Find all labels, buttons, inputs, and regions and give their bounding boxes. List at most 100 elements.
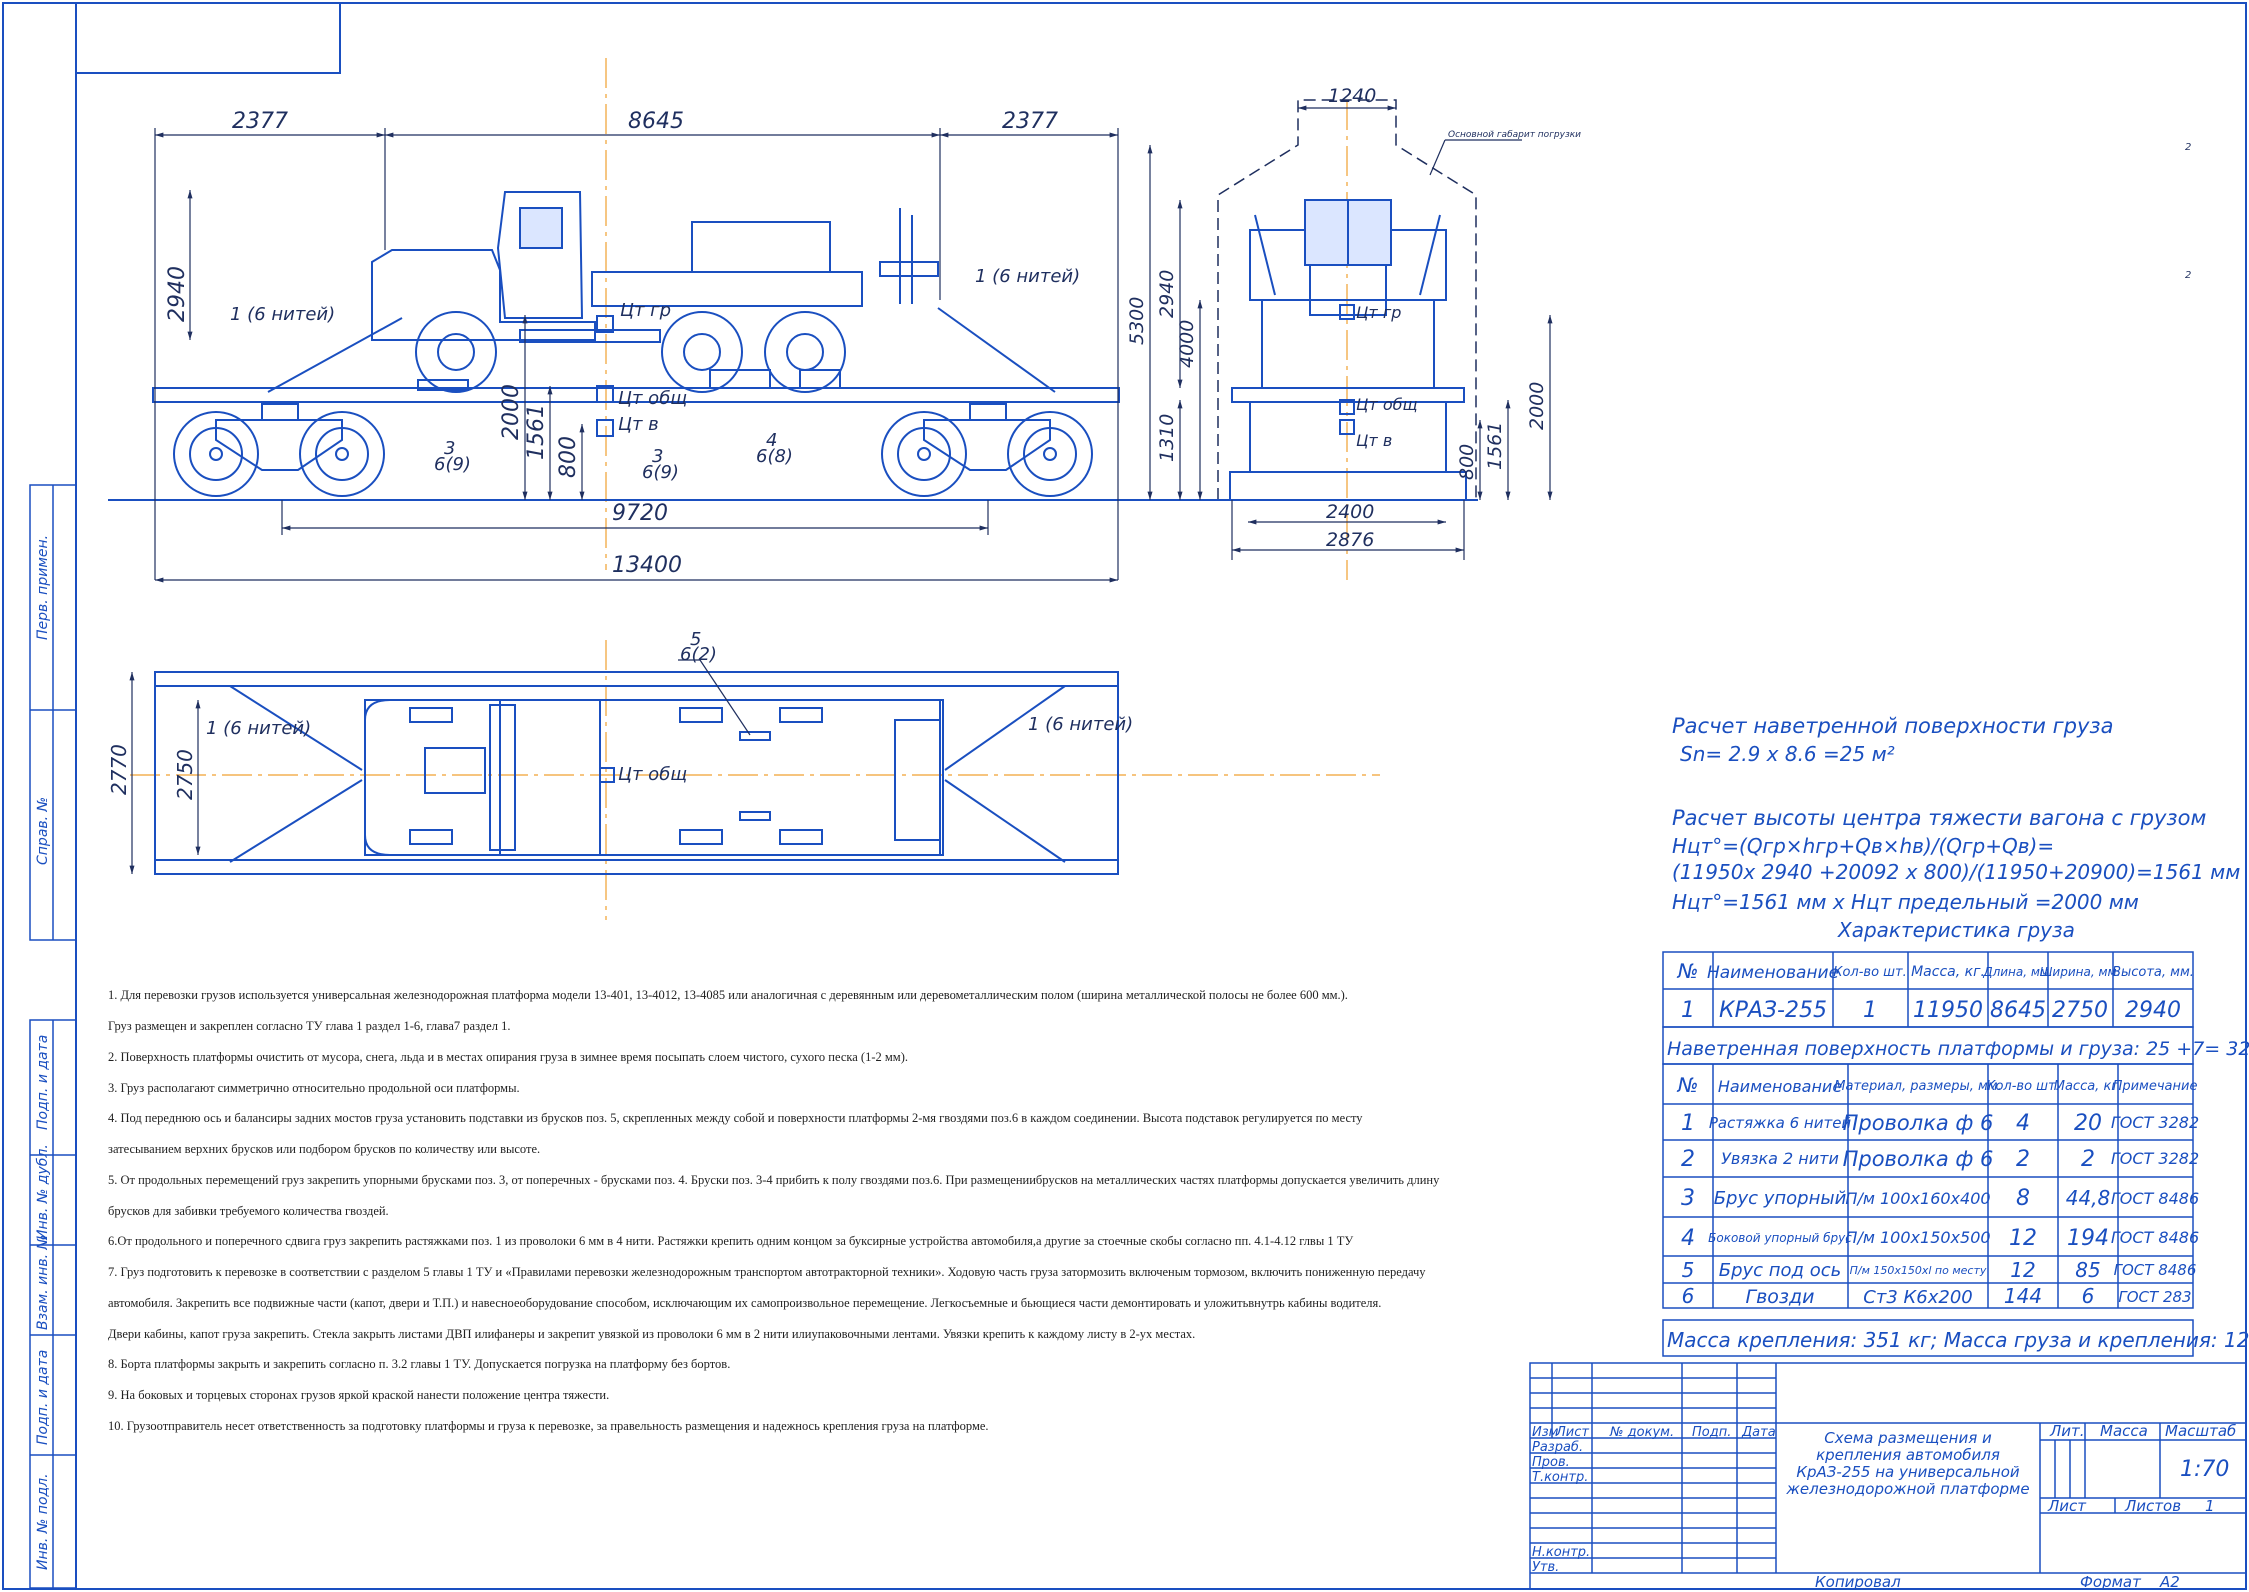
end-cg-load: Цт гр [1356,303,1401,322]
stamp-sign-date-1: Подп. и дата [35,1035,51,1130]
note-5: 5. От продольных перемещений груз закреп… [108,1173,1440,1187]
fast-r3-material: П/м 100х160х400 [1845,1189,1990,1208]
fast-h-note: Примечание [2113,1079,2198,1094]
side-cg-wagon: Цт в [618,414,659,435]
cargo-characteristics-title: Характеристика груза [1838,918,2075,942]
tb-row-tkontr: Т.контр. [1532,1470,1588,1485]
fast-r4-mass: 194 [2067,1226,2109,1251]
side-dim-2377-right: 2377 [1002,109,1058,134]
stamp-dup-inv: Инв. № дубл. [35,1144,51,1240]
cargo-h-width: Ширина, мм. [2040,965,2121,979]
plan-tie-right-label: 1 (6 нитей) [1028,714,1133,735]
cg-calc-line1: Нцт°=(Qгр×hгр+Qв×hв)/(Qгр+Qв)= [1672,834,2055,858]
stamp-orig-inv: Инв. № подл. [35,1473,51,1570]
fast-r4-name: Боковой упорный брус [1708,1231,1852,1245]
side-stamp-labels: Перв. примен. Справ. № Подп. и дата Инв.… [35,535,51,1570]
cargo-r-mass: 11950 [1913,998,1983,1023]
stamp-sign-date-2: Подп. и дата [35,1350,51,1445]
fast-r2-qty: 2 [2016,1147,2030,1172]
windage-formula: Sn= 2.9 x 8.6 =25 м² [1680,742,1895,766]
end-mark-b: 2 [2185,270,2191,281]
plan-pos5-sub: 6(2) [680,644,717,665]
stamp-reference: Справ. № [35,797,51,865]
tb-title-2: крепления автомобиля [1816,1446,2000,1464]
cargo-r-length: 8645 [1990,998,2046,1023]
fast-r1-note: ГОСТ 3282 [2111,1113,2199,1132]
end-dim-2876: 2876 [1326,529,1374,551]
note-1b: Груз размещен и закреплен согласно ТУ гл… [108,1019,511,1033]
tb-format: Формат [2080,1573,2142,1591]
fast-h-name: Наименование [1718,1077,1842,1096]
cg-calc-title: Расчет высоты центра тяжести вагона с гр… [1672,806,2207,830]
tb-col-doc: № докум. [1609,1425,1674,1440]
note-4: 4. Под переднюю ось и балансиры задних м… [108,1111,1363,1125]
plan-dim-2750: 2750 [173,749,197,800]
side-view: 2377 8645 2377 2940 2000 1561 800 9720 1… [108,58,1180,583]
fast-r1-name: Растяжка 6 нитей [1709,1114,1852,1132]
rail-loading-drawing: Перв. примен. Справ. № Подп. и дата Инв.… [2,2,2249,1591]
fast-r2-mass: 2 [2081,1147,2095,1172]
end-dim-1240: 1240 [1328,85,1376,107]
cargo-h-num: № [1677,959,1699,983]
fast-r3-qty: 8 [2016,1186,2030,1211]
end-dim-2940: 2940 [1156,270,1178,318]
end-cg-wagon: Цт в [1356,431,1392,450]
note-5b: брусков для забивки требуемого количеств… [108,1204,389,1218]
fast-r4-num: 4 [1681,1226,1695,1251]
fast-r5-qty: 12 [2010,1258,2035,1282]
truck-side [371,191,939,393]
tb-col-izm: Изм [1532,1425,1559,1440]
tb-sheets: Листов [2124,1497,2181,1515]
cg-calc-line3: Нцт°=1561 мм х Нцт предельный =2000 мм [1672,890,2139,914]
plan-dim-2770: 2770 [107,744,131,795]
side-pos4-sub: 6(8) [756,446,793,467]
fast-r3-num: 3 [1681,1186,1695,1211]
side-pos3b-sub: 6(9) [642,462,679,483]
note-10: 10. Грузоотправитель несет ответственнос… [108,1419,989,1433]
cargo-h-name: Наименование [1707,963,1839,983]
end-dim-1561: 1561 [1484,422,1506,470]
fast-r6-mass: 6 [2082,1284,2095,1308]
fast-r6-qty: 144 [2004,1284,2042,1308]
side-dim-2000: 2000 [499,384,524,440]
side-dim-13400: 13400 [612,553,682,578]
windage-platform-text: Наветренная поверхность платформы и груз… [1667,1038,2249,1060]
cargo-r-name: КРАЗ-255 [1719,998,1827,1023]
fast-r3-name: Брус упорный [1714,1188,1847,1209]
tb-row-razrab: Разраб. [1532,1440,1583,1455]
tb-row-nkontr: Н.контр. [1532,1545,1590,1560]
fast-r2-material: Проволка ф 6 [1843,1147,1994,1171]
tb-massa: Масса [2100,1422,2148,1440]
tb-copied: Копировал [1815,1573,1901,1591]
tb-scale: 1:70 [2180,1457,2229,1482]
bogie-left [173,403,385,497]
cg-calc-line2: (11950x 2940 +20092 x 800)/(11950+20900)… [1672,860,2241,884]
end-dim-5300: 5300 [1126,297,1148,345]
side-tie-left-label: 1 (6 нитей) [230,304,335,325]
side-dim-8645: 8645 [628,109,684,134]
note-1: 1. Для перевозки грузов используется уни… [108,988,1348,1002]
tb-row-prov: Пров. [1532,1455,1570,1470]
fast-r4-note: ГОСТ 8486 [2111,1228,2199,1247]
windage-title: Расчет наветренной поверхности груза [1672,714,2114,738]
end-dim-2000: 2000 [1526,382,1548,430]
side-tie-right-label: 1 (6 нитей) [975,266,1080,287]
side-dim-800: 800 [556,436,581,478]
fast-r2-note: ГОСТ 3282 [2111,1149,2199,1168]
note-7b: автомобиля. Закрепить все подвижные част… [108,1296,1382,1310]
cargo-r-num: 1 [1681,998,1695,1023]
end-dim-800: 800 [1456,444,1478,480]
fast-r5-material: П/м 150х150хl по месту [1850,1264,1987,1277]
plan-cg-total: Цт общ [618,764,687,785]
fast-r6-num: 6 [1682,1284,1695,1308]
tb-col-podp: Подп. [1692,1425,1731,1440]
tb-sheet: Лист [2047,1497,2087,1515]
note-2: 2. Поверхность платформы очистить от мус… [108,1050,908,1064]
fast-h-qty: Кол-во шт. [1986,1079,2060,1094]
fast-r3-mass: 44,8 [2066,1186,2111,1210]
tb-lit: Лит. [2049,1422,2085,1440]
cargo-h-height: Высота, мм. [2112,965,2194,980]
windage-platform-row: Наветренная поверхность платформы и груз… [1662,1026,2249,1065]
fast-r6-name: Гвозди [1746,1286,1815,1308]
title-block-text: Изм Лист № докум. Подп. Дата Разраб. Про… [1532,1422,2236,1591]
